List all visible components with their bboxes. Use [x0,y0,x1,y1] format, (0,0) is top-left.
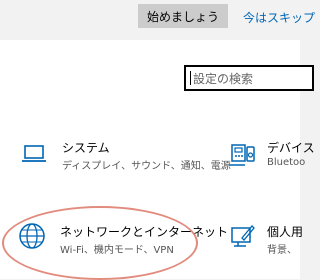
tile-title: デバイス [267,141,315,155]
highlight-ring [2,206,198,280]
tile-title: システム [62,141,110,155]
top-bar: 始めましょう 今はスキップ [0,0,315,40]
tile-personalization[interactable]: 個人用 背景、 [225,218,304,268]
tile-description: ディスプレイ、サウンド、通知、電源 [62,161,231,172]
tile-description: 背景、 [267,245,297,256]
text-caret [190,71,191,85]
settings-home: 設定の検索 システム ディスプレイ、サウンド、通知、電源 デバイス Blueto… [0,40,315,280]
search-placeholder: 設定の検索 [193,71,254,86]
personalization-icon [230,224,256,252]
start-button[interactable]: 始めましょう [138,4,228,28]
tile-description: Bluetoo [267,157,306,168]
devices-icon [230,143,256,171]
search-input[interactable]: 設定の検索 [184,65,314,91]
tile-system[interactable]: システム ディスプレイ、サウンド、通知、電源 [0,135,231,180]
laptop-icon [22,145,46,167]
tile-devices[interactable]: デバイス Bluetoo [225,135,315,180]
skip-link[interactable]: 今はスキップ [243,9,315,26]
tile-title: 個人用 [267,225,304,239]
